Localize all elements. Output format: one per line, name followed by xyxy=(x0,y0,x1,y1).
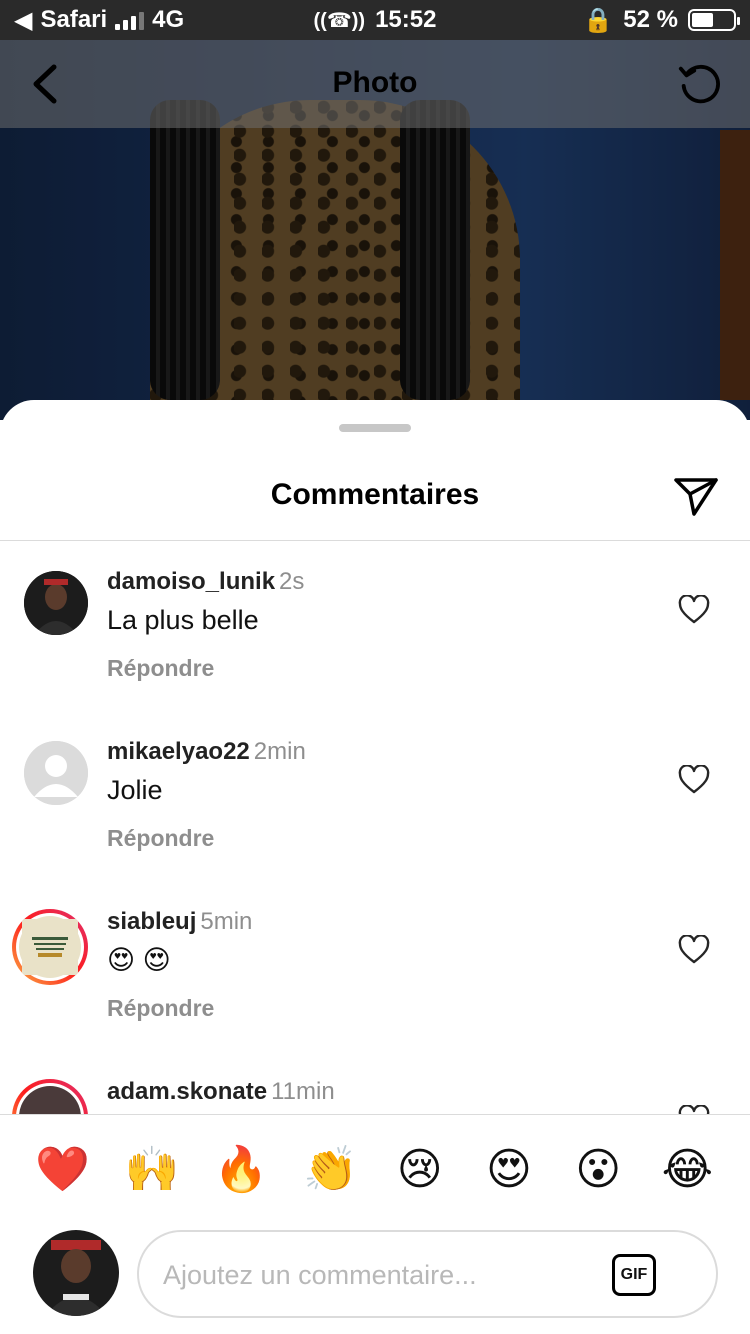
comment-composer: GIF xyxy=(0,1226,750,1326)
signal-icon xyxy=(115,10,145,30)
comment-item: adam.skonate 11min xyxy=(0,1051,750,1114)
comment-username[interactable]: mikaelyao22 xyxy=(107,738,250,765)
heart-icon[interactable] xyxy=(678,595,710,625)
comment-text: Jolie xyxy=(107,775,163,805)
heart-eyes-emoji-button[interactable]: 😍 xyxy=(479,1148,539,1192)
battery-icon xyxy=(688,9,740,31)
surprised-emoji-button[interactable]: 😮 xyxy=(568,1148,628,1192)
clapping-emoji-button[interactable]: 👏 xyxy=(300,1148,360,1192)
page-title: Photo xyxy=(332,66,418,99)
fire-emoji-button[interactable]: 🔥 xyxy=(211,1148,271,1192)
comments-sheet: Commentaires damoiso_lunik 2s La plus bel… xyxy=(0,400,750,1334)
heart-icon[interactable] xyxy=(678,1105,710,1114)
raising-hands-emoji-button[interactable]: 🙌 xyxy=(122,1148,182,1192)
heart-emoji-button[interactable]: ❤️ xyxy=(33,1148,93,1192)
comment-list[interactable]: damoiso_lunik 2s La plus belle Répondre m… xyxy=(0,541,750,1114)
battery-percent: 52 % xyxy=(623,6,678,33)
comment-username[interactable]: adam.skonate xyxy=(107,1078,267,1105)
comment-input-wrapper: GIF xyxy=(137,1230,718,1318)
reply-button[interactable]: Répondre xyxy=(107,655,214,682)
avatar xyxy=(19,916,81,978)
comment-text: La plus belle xyxy=(107,605,259,635)
clock: 15:52 xyxy=(375,6,437,33)
avatar-story-ring[interactable] xyxy=(12,1079,88,1114)
avatar xyxy=(19,1086,81,1114)
comment-time: 2min xyxy=(253,738,306,765)
default-avatar-icon xyxy=(24,741,88,805)
comment-time: 2s xyxy=(279,568,305,595)
comment-item: damoiso_lunik 2s La plus belle Répondre xyxy=(0,541,750,711)
crying-emoji-button[interactable]: 😢 xyxy=(390,1148,450,1192)
comment-input[interactable] xyxy=(163,1254,603,1296)
sheet-title: Commentaires xyxy=(270,478,480,511)
laughing-emoji-button[interactable]: 😂 xyxy=(657,1148,717,1192)
emoji-quick-reactions: ❤️ 🙌 🔥 👏 😢 😍 😮 😂 xyxy=(0,1130,750,1210)
comment-time: 5min xyxy=(200,908,253,935)
avatar-image xyxy=(33,1230,119,1316)
heart-icon[interactable] xyxy=(678,935,710,965)
gif-button[interactable]: GIF xyxy=(612,1254,656,1296)
comment-text: 😍 😍 xyxy=(107,945,171,975)
sheet-drag-handle[interactable] xyxy=(339,424,411,432)
my-avatar[interactable] xyxy=(33,1230,119,1316)
back-to-app-icon[interactable]: ◀ xyxy=(14,6,32,35)
refresh-button[interactable] xyxy=(676,61,722,107)
comment-item: mikaelyao22 2min Jolie Répondre xyxy=(0,711,750,881)
back-app-label[interactable]: Safari xyxy=(40,6,107,34)
avatar-image xyxy=(24,571,88,635)
comment-time: 11min xyxy=(271,1078,335,1105)
call-icon[interactable]: ((☎)) xyxy=(314,8,366,33)
comment-username[interactable]: siableuj xyxy=(107,908,196,935)
reply-button[interactable]: Répondre xyxy=(107,995,214,1022)
avatar-story-ring[interactable] xyxy=(12,909,88,985)
back-button[interactable] xyxy=(22,61,68,107)
status-bar: ◀ Safari 4G ((☎)) 15:52 🔒 52 % xyxy=(0,0,750,40)
avatar[interactable] xyxy=(24,571,88,635)
reply-button[interactable]: Répondre xyxy=(107,825,214,852)
avatar-image xyxy=(22,919,78,975)
comment-item: siableuj 5min 😍 😍 Répondre xyxy=(0,881,750,1051)
refresh-icon xyxy=(678,64,720,104)
send-icon[interactable] xyxy=(672,472,720,520)
chevron-left-icon xyxy=(33,64,57,104)
top-nav-bar: Photo xyxy=(0,40,750,128)
heart-icon[interactable] xyxy=(678,765,710,795)
comment-username[interactable]: damoiso_lunik xyxy=(107,568,275,595)
rotation-lock-icon: 🔒 xyxy=(583,6,614,34)
avatar[interactable] xyxy=(24,741,88,805)
network-label: 4G xyxy=(152,6,185,33)
emoji-bar-divider xyxy=(0,1114,750,1115)
